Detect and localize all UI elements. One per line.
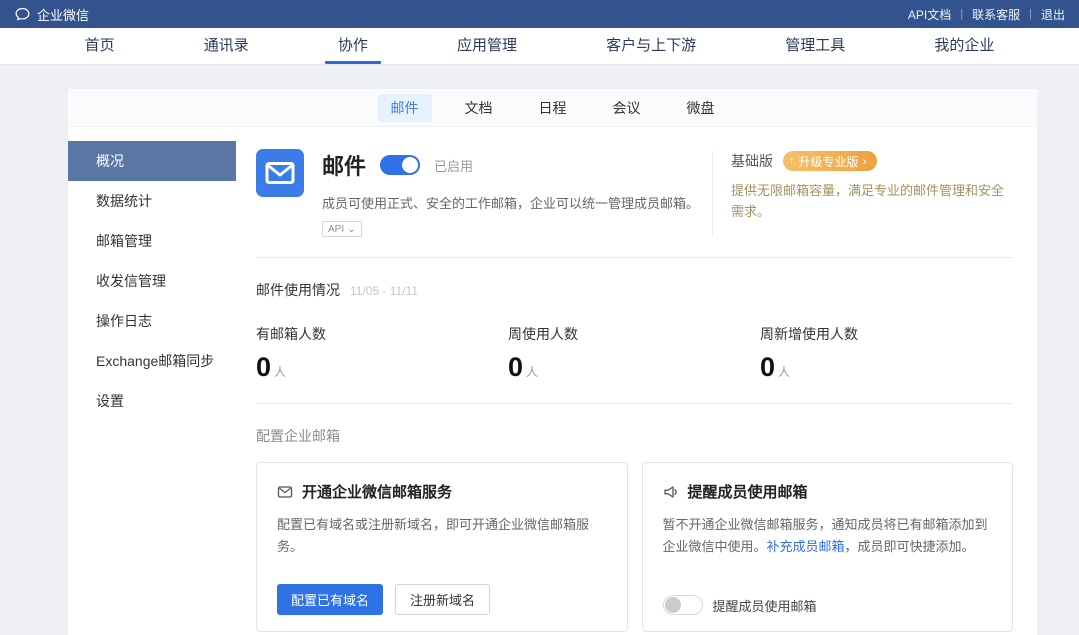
card-description: 暂不开通企业微信邮箱服务，通知成员将已有邮箱添加到企业微信中使用。补充成员邮箱，… <box>663 514 993 558</box>
section-divider <box>256 403 1013 404</box>
stat-mailbox-count: 有邮箱人数 0 人 <box>256 324 508 383</box>
stat-weekly-new-users: 周新增使用人数 0 人 <box>760 324 1012 383</box>
topbar-separator: | <box>960 8 963 20</box>
nav-item-admin-tools[interactable]: 管理工具 <box>781 28 849 64</box>
mail-app-description: 成员可使用正式、安全的工作邮箱，企业可以统一管理成员邮箱。 <box>322 193 702 212</box>
sidebar-item-send-receive[interactable]: 收发信管理 <box>68 261 236 301</box>
main-nav: 首页 通讯录 协作 应用管理 客户与上下游 管理工具 我的企业 <box>0 28 1079 65</box>
nav-item-contacts[interactable]: 通讯录 <box>200 28 253 64</box>
topbar-links: API文档 | 联系客服 | 退出 <box>908 6 1065 23</box>
main-content: 邮件 已启用 成员可使用正式、安全的工作邮箱，企业可以统一管理成员邮箱。 API… <box>236 127 1037 632</box>
sidebar-item-exchange-sync[interactable]: Exchange邮箱同步 <box>68 341 236 381</box>
tab-docs[interactable]: 文档 <box>452 94 506 122</box>
chevron-right-icon: › <box>863 154 867 168</box>
mail-enabled-toggle[interactable] <box>380 155 420 175</box>
description-text: ，成员即可快捷添加。 <box>845 539 975 554</box>
logout-link[interactable]: 退出 <box>1041 6 1065 23</box>
sidebar-item-settings[interactable]: 设置 <box>68 381 236 421</box>
mail-app-icon <box>256 149 304 197</box>
usage-title: 邮件使用情况 <box>256 280 340 300</box>
content-panel: 邮件 文档 日程 会议 微盘 概况 数据统计 邮箱管理 收发信管理 操作日志 E… <box>68 89 1037 635</box>
stat-value: 0 <box>760 352 775 383</box>
arrow-up-icon: ↑ <box>789 155 795 167</box>
stat-value: 0 <box>256 352 271 383</box>
stat-value: 0 <box>508 352 523 383</box>
mail-usage-section: 邮件使用情况 11/05 - 11/11 有邮箱人数 0 人 周使用人数 <box>256 280 1013 383</box>
register-new-domain-button[interactable]: 注册新域名 <box>395 584 490 615</box>
mail-app-info: 邮件 已启用 成员可使用正式、安全的工作邮箱，企业可以统一管理成员邮箱。 API… <box>322 149 702 237</box>
sidebar-item-statistics[interactable]: 数据统计 <box>68 181 236 221</box>
page-body: 邮件 文档 日程 会议 微盘 概况 数据统计 邮箱管理 收发信管理 操作日志 E… <box>0 65 1079 635</box>
usage-stats: 有邮箱人数 0 人 周使用人数 0 人 <box>256 324 1013 383</box>
configure-mailbox-section: 配置企业邮箱 开通企业微信邮箱服务 <box>256 426 1013 632</box>
add-member-mailbox-link[interactable]: 补充成员邮箱 <box>767 539 845 554</box>
tab-mail[interactable]: 邮件 <box>378 94 432 122</box>
nav-item-collaboration[interactable]: 协作 <box>334 28 372 64</box>
stat-unit: 人 <box>526 363 538 380</box>
remind-members-card: 提醒成员使用邮箱 暂不开通企业微信邮箱服务，通知成员将已有邮箱添加到企业微信中使… <box>642 462 1014 632</box>
body-row: 概况 数据统计 邮箱管理 收发信管理 操作日志 Exchange邮箱同步 设置 <box>68 127 1037 632</box>
megaphone-icon <box>663 484 679 500</box>
envelope-icon <box>277 484 293 500</box>
plan-description: 提供无限邮箱容量，满足专业的邮件管理和安全需求。 <box>731 181 1013 223</box>
remind-members-toggle[interactable] <box>663 595 703 615</box>
upgrade-pro-badge[interactable]: ↑ 升级专业版 › <box>783 151 877 171</box>
api-dropdown[interactable]: API ⌄ <box>322 221 362 237</box>
vertical-divider <box>712 151 713 237</box>
tab-drive[interactable]: 微盘 <box>674 94 728 122</box>
sidebar-item-operation-log[interactable]: 操作日志 <box>68 301 236 341</box>
activate-mailbox-card: 开通企业微信邮箱服务 配置已有域名或注册新域名，即可开通企业微信邮箱服务。 配置… <box>256 462 628 632</box>
contact-support-link[interactable]: 联系客服 <box>972 6 1020 23</box>
configure-existing-domain-button[interactable]: 配置已有域名 <box>277 584 383 615</box>
wework-logo-icon <box>14 6 31 23</box>
upgrade-badge-label: 升级专业版 <box>799 153 859 170</box>
topbar: 企业微信 API文档 | 联系客服 | 退出 <box>0 0 1079 28</box>
brand-label: 企业微信 <box>37 5 89 24</box>
stat-label: 周使用人数 <box>508 324 760 344</box>
section-divider <box>256 257 1013 258</box>
brand[interactable]: 企业微信 <box>14 5 89 24</box>
stat-unit: 人 <box>274 363 286 380</box>
card-title: 开通企业微信邮箱服务 <box>302 481 452 502</box>
usage-date-range: 11/05 - 11/11 <box>350 284 418 298</box>
collab-subnav: 邮件 文档 日程 会议 微盘 <box>68 89 1037 127</box>
sidebar-item-mailbox-management[interactable]: 邮箱管理 <box>68 221 236 261</box>
configure-section-title: 配置企业邮箱 <box>256 426 1013 446</box>
sidebar: 概况 数据统计 邮箱管理 收发信管理 操作日志 Exchange邮箱同步 设置 <box>68 127 236 632</box>
page-title: 邮件 <box>322 149 366 181</box>
nav-item-home[interactable]: 首页 <box>81 28 119 64</box>
nav-item-apps[interactable]: 应用管理 <box>453 28 521 64</box>
remind-toggle-label: 提醒成员使用邮箱 <box>713 596 817 615</box>
card-description: 配置已有域名或注册新域名，即可开通企业微信邮箱服务。 <box>277 514 607 558</box>
mail-app-header: 邮件 已启用 成员可使用正式、安全的工作邮箱，企业可以统一管理成员邮箱。 API… <box>256 149 1013 237</box>
tab-schedule[interactable]: 日程 <box>526 94 580 122</box>
nav-item-my-company[interactable]: 我的企业 <box>930 28 998 64</box>
plan-panel: 基础版 ↑ 升级专业版 › 提供无限邮箱容量，满足专业的邮件管理和安全需求。 <box>731 149 1013 237</box>
stat-weekly-users: 周使用人数 0 人 <box>508 324 760 383</box>
api-label: API <box>328 224 344 235</box>
plan-name: 基础版 <box>731 151 773 171</box>
stat-label: 有邮箱人数 <box>256 324 508 344</box>
caret-down-icon: ⌄ <box>347 224 355 235</box>
nav-item-customers[interactable]: 客户与上下游 <box>602 28 700 64</box>
tab-meeting[interactable]: 会议 <box>600 94 654 122</box>
sidebar-item-overview[interactable]: 概况 <box>68 141 236 181</box>
stat-unit: 人 <box>778 363 790 380</box>
stat-label: 周新增使用人数 <box>760 324 1012 344</box>
card-title: 提醒成员使用邮箱 <box>688 481 808 502</box>
api-docs-link[interactable]: API文档 <box>908 6 951 23</box>
status-enabled-label: 已启用 <box>434 156 473 175</box>
topbar-separator: | <box>1029 8 1032 20</box>
